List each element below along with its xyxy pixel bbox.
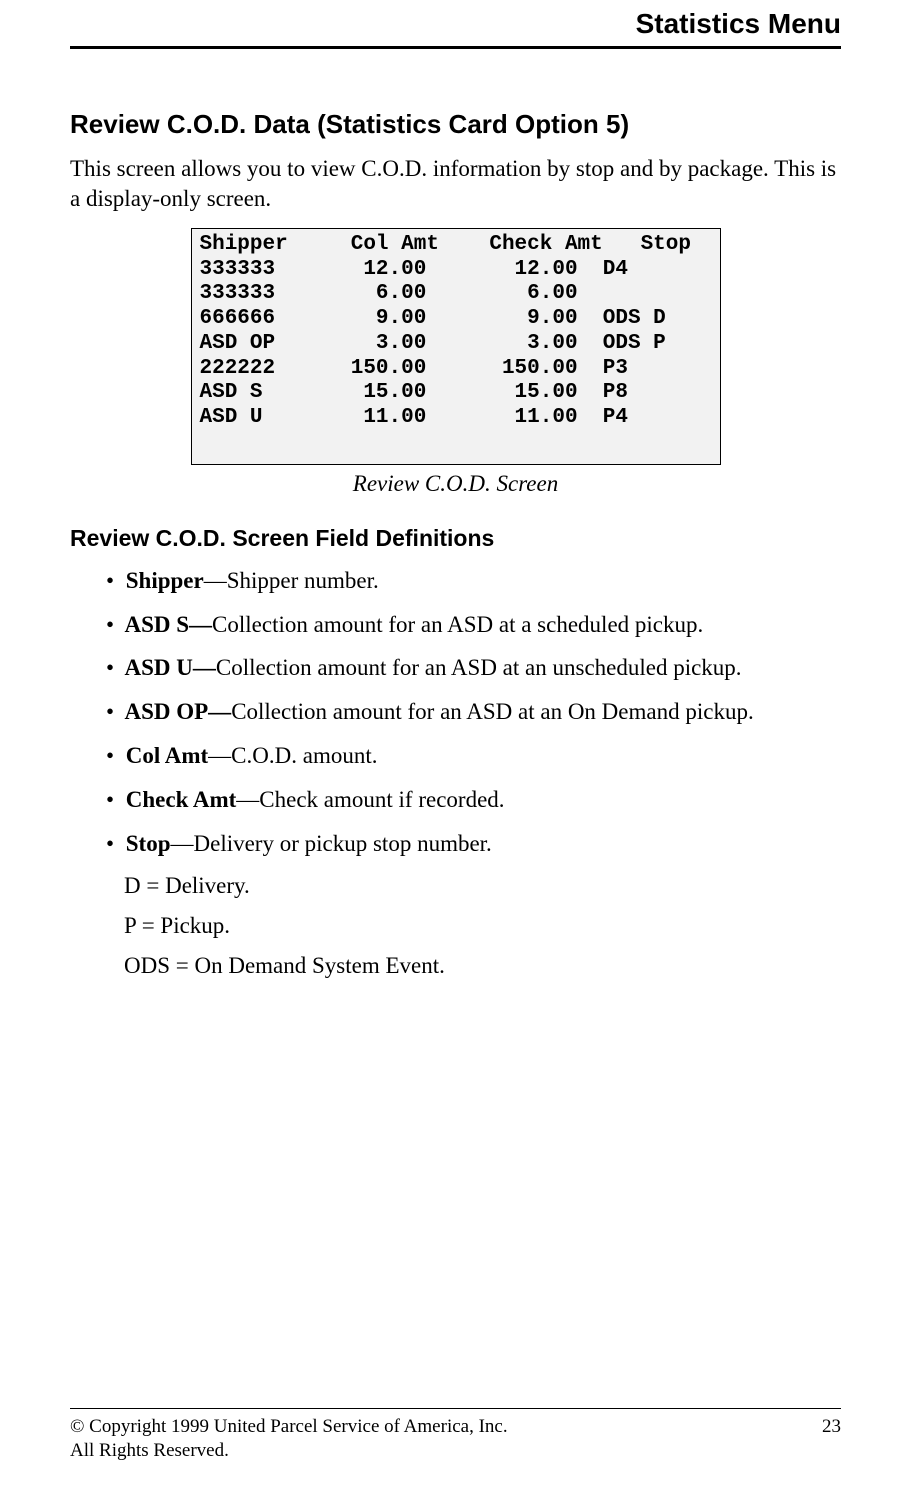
definition-separator: — — [204, 568, 227, 593]
definition-desc: Delivery or pickup stop number. — [194, 831, 492, 856]
page-footer: © Copyright 1999 United Parcel Service o… — [70, 1408, 841, 1464]
bullet-icon: • — [106, 697, 120, 727]
stop-sub-item: D = Delivery. — [70, 873, 841, 899]
stop-sub-item: ODS = On Demand System Event. — [70, 953, 841, 979]
definition-desc: Collection amount for an ASD at an On De… — [231, 699, 754, 724]
intro-paragraph: This screen allows you to view C.O.D. in… — [70, 154, 841, 214]
definition-term: ASD OP— — [120, 699, 231, 724]
definition-desc: Check amount if recorded. — [259, 787, 504, 812]
running-header: Statistics Menu — [70, 0, 841, 46]
definition-desc: Collection amount for an ASD at a schedu… — [212, 612, 703, 637]
definitions-heading: Review C.O.D. Screen Field Definitions — [70, 525, 841, 552]
definition-term: ASD S— — [120, 612, 212, 637]
definition-term: ASD U— — [120, 655, 216, 680]
cod-screen-box: Shipper Col Amt Check Amt Stop 333333 12… — [191, 228, 721, 465]
stop-sublist: D = Delivery. P = Pickup. ODS = On Demand … — [70, 873, 841, 979]
definition-item: • Col Amt—C.O.D. amount. — [106, 741, 841, 771]
definition-desc: Shipper number. — [227, 568, 379, 593]
definition-item: • Check Amt—Check amount if recorded. — [106, 785, 841, 815]
footer-rule — [70, 1408, 841, 1409]
definition-separator: — — [208, 743, 231, 768]
definition-item: • ASD U—Collection amount for an ASD at … — [106, 653, 841, 683]
definition-separator: — — [171, 831, 194, 856]
definition-item: • ASD S—Collection amount for an ASD at … — [106, 610, 841, 640]
definition-item: • Stop—Delivery or pickup stop number. — [106, 829, 841, 859]
definition-item: • Shipper—Shipper number. — [106, 566, 841, 596]
page-title: Review C.O.D. Data (Statistics Card Opti… — [70, 109, 841, 140]
footer-copyright: © Copyright 1999 United Parcel Service o… — [70, 1415, 508, 1440]
definition-separator: — — [236, 787, 259, 812]
bullet-icon: • — [106, 741, 120, 771]
bullet-icon: • — [106, 653, 120, 683]
definitions-list: • Shipper—Shipper number.• ASD S—Collect… — [70, 566, 841, 859]
bullet-icon: • — [106, 829, 120, 859]
definition-term: Col Amt — [120, 743, 208, 768]
footer-page-number: 23 — [822, 1415, 841, 1464]
header-rule — [70, 46, 841, 49]
bullet-icon: • — [106, 785, 120, 815]
definition-term: Shipper — [120, 568, 204, 593]
definition-desc: Collection amount for an ASD at an unsch… — [216, 655, 742, 680]
definition-item: • ASD OP—Collection amount for an ASD at… — [106, 697, 841, 727]
screen-caption: Review C.O.D. Screen — [70, 471, 841, 497]
definition-desc: C.O.D. amount. — [231, 743, 377, 768]
bullet-icon: • — [106, 566, 120, 596]
bullet-icon: • — [106, 610, 120, 640]
definition-term: Check Amt — [120, 787, 236, 812]
footer-rights: All Rights Reserved. — [70, 1439, 508, 1464]
definition-term: Stop — [120, 831, 171, 856]
stop-sub-item: P = Pickup. — [70, 913, 841, 939]
